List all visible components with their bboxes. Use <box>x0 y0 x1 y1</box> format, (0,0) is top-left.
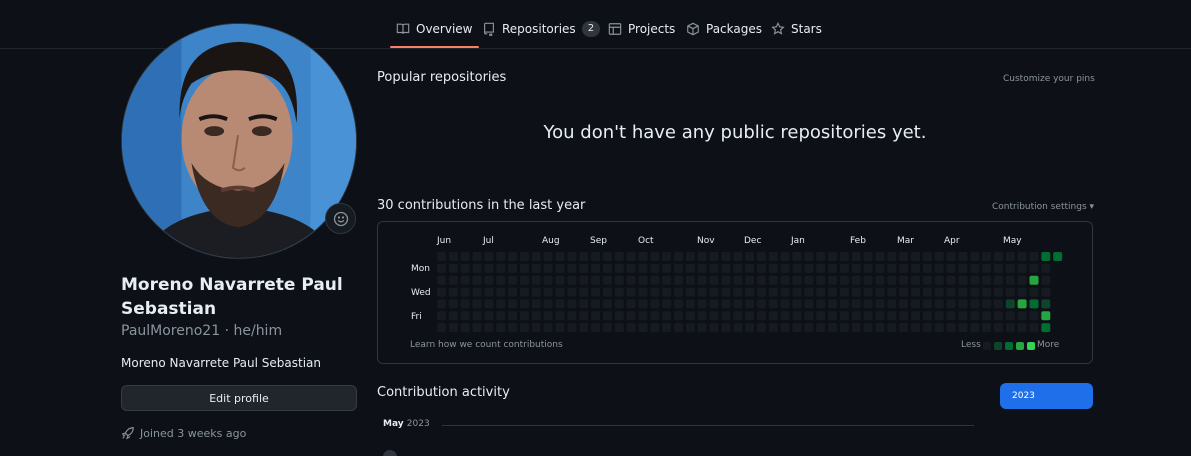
set-status-button[interactable] <box>325 203 356 234</box>
contributions-title: 30 contributions in the last year <box>377 198 586 213</box>
book-icon <box>396 23 410 34</box>
profile-login: PaulMoreno21 · he/him <box>121 323 283 339</box>
legend-cell-2 <box>1005 342 1013 350</box>
pronouns: he/him <box>233 323 283 339</box>
day-label: Fri <box>411 312 422 322</box>
repositories-count: 2 <box>581 21 601 37</box>
avatar[interactable] <box>121 23 357 259</box>
legend-cell-0 <box>983 342 991 350</box>
tab-packages[interactable]: Packages <box>686 17 762 41</box>
tab-repositories[interactable]: Repositories 2 <box>482 17 601 41</box>
day-label: Wed <box>411 288 431 298</box>
month-label: Aug <box>542 236 560 246</box>
month-label: Mar <box>897 236 914 246</box>
tab-projects-label: Projects <box>628 22 676 36</box>
profile-bio: Moreno Navarrete Paul Sebastian <box>121 356 321 370</box>
legend-less: Less <box>961 340 981 350</box>
month-label: Jun <box>437 236 452 246</box>
month-label: Jul <box>483 236 494 246</box>
timeline-month: May 2023 <box>383 419 430 429</box>
star-icon <box>771 22 785 35</box>
joined-text: Joined 3 weeks ago <box>140 426 247 440</box>
legend-cell-4 <box>1027 342 1035 350</box>
month-label: Sep <box>590 236 607 246</box>
edit-profile-button[interactable]: Edit profile <box>121 385 357 411</box>
tab-overview-label: Overview <box>416 22 473 36</box>
repo-icon <box>484 22 494 36</box>
tab-stars[interactable]: Stars <box>771 17 822 41</box>
timeline-divider <box>442 425 974 426</box>
customize-pins-link[interactable]: Customize your pins <box>1003 72 1095 86</box>
legend-more: More <box>1037 340 1060 350</box>
profile-name: Moreno Navarrete Paul Sebastian <box>121 275 343 319</box>
month-label: May <box>1003 236 1022 246</box>
legend-cell-1 <box>994 342 1002 350</box>
login-text: PaulMoreno21 <box>121 323 221 339</box>
learn-contributions-link[interactable]: Learn how we count contributions <box>410 340 563 350</box>
smiley-icon <box>333 211 348 226</box>
tab-overview[interactable]: Overview <box>390 17 478 48</box>
timeline-month-name: May <box>383 419 404 429</box>
tab-packages-label: Packages <box>706 22 762 36</box>
table-icon <box>608 23 622 35</box>
month-label: Jan <box>791 236 805 246</box>
month-label: Dec <box>744 236 762 246</box>
contribution-settings-dropdown[interactable]: Contribution settings ▾ <box>992 200 1094 214</box>
month-label: Oct <box>638 236 654 246</box>
avatar-image <box>122 24 356 258</box>
rocket-icon <box>121 427 134 440</box>
tab-projects[interactable]: Projects <box>608 17 675 41</box>
joined-info: Joined 3 weeks ago <box>121 426 246 440</box>
contribution-activity-title: Contribution activity <box>377 385 510 400</box>
timeline-month-year: 2023 <box>406 419 430 429</box>
day-label: Mon <box>411 264 430 274</box>
month-label: Apr <box>944 236 960 246</box>
popular-repositories-title: Popular repositories <box>377 70 507 85</box>
month-label: Nov <box>697 236 715 246</box>
year-2023-button[interactable]: 2023 <box>1000 383 1093 409</box>
month-label: Feb <box>850 236 866 246</box>
package-icon <box>687 22 699 36</box>
legend-cell-3 <box>1016 342 1024 350</box>
tab-stars-label: Stars <box>791 22 822 36</box>
tab-repositories-label: Repositories <box>502 22 576 36</box>
timeline-dot <box>383 450 397 456</box>
empty-repositories-message: You don't have any public repositories y… <box>543 122 927 143</box>
